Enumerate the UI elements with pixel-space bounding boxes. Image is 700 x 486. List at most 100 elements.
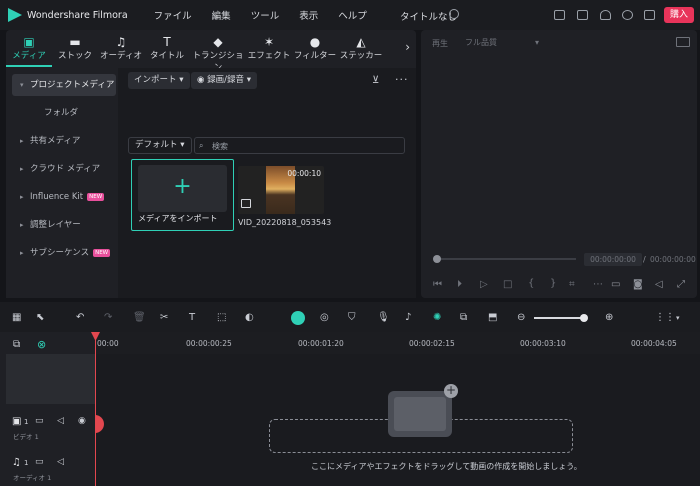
caret-right-icon: ▸ — [20, 137, 24, 145]
chevron-down-icon[interactable]: ▾ — [676, 313, 680, 323]
more-options-icon[interactable]: ··· — [395, 73, 409, 86]
speed-dropdown-icon[interactable]: ⋯ — [593, 279, 603, 290]
delete-icon[interactable]: 🗑 — [133, 313, 146, 323]
ruler-tick: 00:00:02:15 — [409, 339, 455, 348]
fullscreen-icon[interactable]: ⤢ — [677, 279, 685, 290]
render-icon[interactable]: ⌗ — [569, 279, 575, 290]
tab-effect[interactable]: ✶ エフェクト — [246, 30, 292, 66]
search-input[interactable]: ⌕ 検索 — [194, 137, 405, 154]
time-separator: / — [643, 255, 646, 264]
clip-duration: 00:00:10 — [287, 169, 321, 178]
redo-icon[interactable]: ↷ — [104, 313, 112, 323]
import-card-area: + — [138, 165, 227, 212]
apps-grid-icon[interactable] — [644, 10, 655, 20]
menu-file[interactable]: ファイル — [154, 8, 192, 22]
tab-media[interactable]: ▣ メディア — [6, 30, 52, 66]
undo-icon[interactable]: ↶ — [76, 313, 84, 323]
stop-icon[interactable]: □ — [503, 279, 512, 290]
mark-in-icon[interactable]: { — [528, 278, 534, 289]
ruler-tick: 00:00:01:20 — [298, 339, 344, 348]
volume-icon[interactable]: ◁ — [57, 416, 64, 426]
import-media-card[interactable]: + メディアをインポート — [131, 159, 234, 231]
filter-sort-icon[interactable]: ⊻ — [372, 75, 379, 86]
sidebar-item-influence-kit[interactable]: ▸ Influence Kit NEW — [12, 186, 116, 208]
progress-handle[interactable] — [433, 255, 441, 263]
menu-edit[interactable]: 編集 — [212, 8, 231, 22]
add-track-icon[interactable]: ⧉ — [13, 339, 20, 350]
crop-icon[interactable]: ⬚ — [217, 313, 226, 323]
app-name: Wondershare Filmora — [27, 9, 128, 21]
snapshot-image-icon[interactable] — [676, 37, 690, 47]
link-icon[interactable]: ⊗ — [37, 338, 46, 351]
volume-icon[interactable]: ◁ — [57, 457, 64, 467]
save-icon[interactable] — [577, 10, 588, 20]
ruler-tick: 00:00:00:25 — [186, 339, 232, 348]
tab-title[interactable]: T タイトル — [144, 30, 190, 66]
time-ruler[interactable]: 00:00 00:00:00:25 00:00:01:20 00:00:02:1… — [95, 332, 700, 354]
layout-icon[interactable] — [554, 10, 565, 20]
menu-view[interactable]: 表示 — [299, 8, 318, 22]
audio-track-icon[interactable]: ♪ — [405, 313, 411, 323]
sidebar-item-subsequence[interactable]: ▸ サブシーケンス NEW — [12, 242, 116, 264]
record-icon: ◉ — [197, 75, 205, 85]
marker-icon[interactable]: ⛉ — [348, 313, 356, 323]
select-pointer-icon[interactable]: ⬉ — [36, 313, 44, 323]
folder-icon[interactable]: ▭ — [35, 457, 44, 467]
plus-icon: + — [173, 174, 192, 199]
tab-transition[interactable]: ◆トランジション — [190, 30, 246, 73]
layout-grid-icon[interactable]: ▦ — [12, 313, 21, 323]
camera-icon[interactable]: ◙ — [633, 279, 643, 290]
caret-right-icon: ▸ — [20, 193, 24, 201]
play-icon[interactable]: ▷ — [480, 279, 488, 290]
zoom-slider-handle[interactable] — [580, 314, 588, 322]
import-button[interactable]: インポート ▾ — [128, 72, 190, 89]
tab-filter[interactable]: ● フィルター — [292, 30, 338, 66]
clip-thumbnail[interactable]: 00:00:10 — [238, 166, 324, 214]
menu-tools[interactable]: ツール — [251, 8, 280, 22]
sort-dropdown[interactable]: デフォルト ▾ — [128, 137, 192, 154]
sidebar-item-shared-media[interactable]: ▸ 共有メディア — [12, 130, 116, 152]
sidebar-item-cloud-media[interactable]: ▸ クラウド メディア — [12, 158, 116, 180]
zoom-slider[interactable] — [534, 317, 584, 319]
video-track-label: ビデオ 1 — [13, 433, 39, 441]
play-circle-icon[interactable]: ◎ — [320, 313, 329, 323]
mark-out-icon[interactable]: } — [550, 278, 556, 289]
tab-audio[interactable]: ♫ オーディオ — [98, 30, 144, 66]
chevron-right-icon[interactable]: › — [405, 40, 410, 54]
volume-icon[interactable]: ◁ — [655, 279, 663, 290]
link-clips-icon[interactable]: ⧉ — [460, 313, 467, 323]
eye-icon[interactable]: ◉ — [78, 416, 86, 426]
step-play-icon[interactable]: ⏵ — [457, 279, 462, 290]
ai-assistant-icon[interactable] — [291, 311, 305, 325]
sidebar-item-project-media[interactable]: ▾ プロジェクトメディア — [12, 74, 116, 96]
text-add-icon[interactable]: T — [189, 313, 195, 323]
timeline-area[interactable]: 00:00 00:00:00:25 00:00:01:20 00:00:02:1… — [91, 332, 700, 486]
ruler-tick: 00:00:04:05 — [631, 339, 677, 348]
scissors-icon[interactable]: ✂ — [160, 313, 168, 323]
tab-sticker[interactable]: ◭ ステッカー — [338, 30, 384, 66]
microphone-icon[interactable]: 🎙 — [377, 313, 390, 323]
tab-stock[interactable]: ▬ ストック — [52, 30, 98, 66]
playhead[interactable] — [95, 332, 96, 486]
sidebar-item-adjustment-layer[interactable]: ▸ 調整レイヤー — [12, 214, 116, 236]
display-settings-icon[interactable]: ▭ — [611, 279, 620, 290]
track-layout-icon[interactable]: ⋮⋮ — [655, 313, 675, 323]
zoom-out-icon[interactable]: ⊖ — [517, 313, 525, 323]
asset-tabs: ▣メディア ▬ストック ♫オーディオ Tタイトル ◆トランジション ✶エフェクト… — [6, 30, 416, 73]
sidebar-item-folder[interactable]: フォルダ — [12, 102, 116, 124]
buy-button[interactable]: 購入 — [664, 7, 694, 23]
prev-frame-icon[interactable]: ⏮ — [433, 279, 442, 290]
playhead-tab[interactable] — [95, 415, 104, 433]
drop-hint-text: ここにメディアやエフェクトをドラッグして動画の作成を開始しましょう。 — [311, 462, 582, 471]
progress-track[interactable] — [438, 258, 576, 260]
menu-help[interactable]: ヘルプ — [338, 8, 367, 22]
quality-dropdown[interactable]: フル品質 ▾ — [461, 36, 543, 50]
record-button[interactable]: ◉ 録画/録音 ▾ — [191, 72, 257, 89]
upload-cloud-icon[interactable] — [600, 10, 611, 20]
auto-ripple-icon[interactable]: ✺ — [433, 313, 441, 323]
folder-icon[interactable]: ▭ — [35, 416, 44, 426]
split-view-icon[interactable]: ⬒ — [488, 313, 497, 323]
zoom-in-icon[interactable]: ⊕ — [605, 313, 613, 323]
color-palette-icon[interactable]: ◐ — [245, 313, 254, 323]
support-headset-icon[interactable] — [622, 10, 633, 20]
